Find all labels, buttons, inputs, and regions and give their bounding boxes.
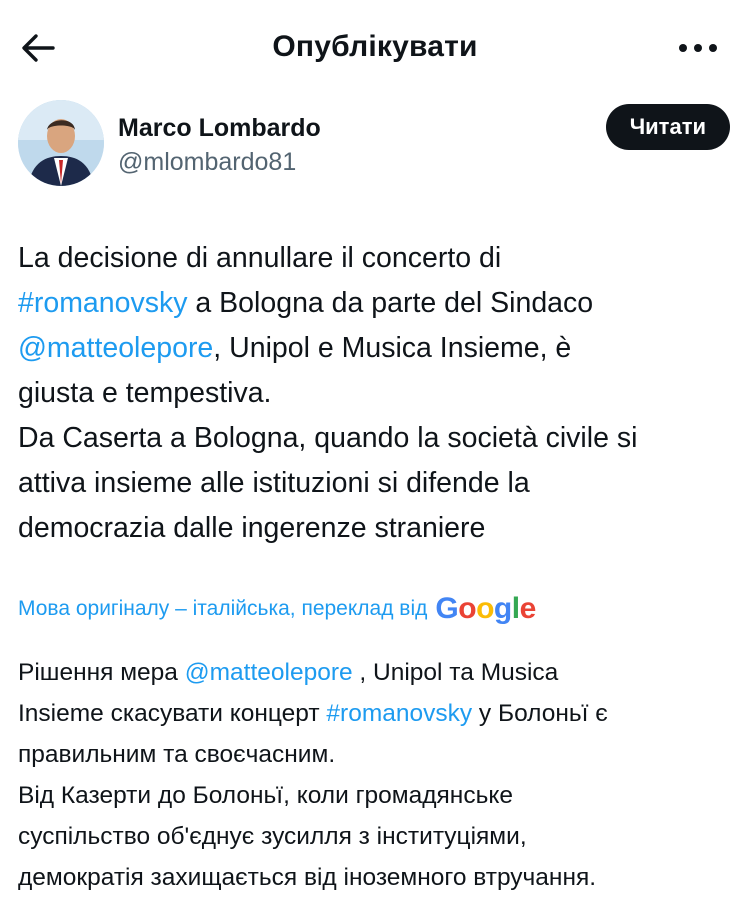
text-segment: La decisione di annullare il concerto di bbox=[18, 242, 502, 274]
follow-button[interactable]: Читати bbox=[605, 104, 730, 150]
text-segment: a Bologna da parte del Sindaco bbox=[195, 287, 594, 319]
google-logo-letter: l bbox=[511, 592, 520, 625]
text-segment: Рішення мера bbox=[18, 659, 185, 686]
page-title: Опублікувати bbox=[272, 30, 478, 63]
text-segment: у Болоньї є правильним та своєчасним. Ві… bbox=[18, 700, 608, 891]
post-text: La decisione di annullare il concerto di… bbox=[18, 236, 732, 551]
more-options-button[interactable] bbox=[674, 30, 722, 66]
google-logo-letter: o bbox=[458, 592, 477, 625]
hashtag-link[interactable]: #romanovsky bbox=[326, 700, 472, 727]
google-logo-letter: g bbox=[493, 592, 512, 625]
mention-link[interactable]: @matteolepore bbox=[185, 659, 353, 686]
google-logo-letter: G bbox=[435, 592, 459, 625]
google-logo-letter: e bbox=[519, 592, 537, 625]
author-name[interactable]: Marco Lombardo bbox=[118, 114, 321, 143]
top-bar: Опублікувати bbox=[0, 0, 750, 96]
avatar-image bbox=[18, 100, 104, 186]
google-logo-letter: o bbox=[476, 592, 494, 625]
translated-text: Рішення мера @matteolepore , Unipol та M… bbox=[18, 652, 732, 898]
author-row: Marco Lombardo @mlombardo81 Читати bbox=[18, 100, 732, 190]
avatar[interactable] bbox=[18, 100, 104, 186]
translation-note: Мова оригіналу – італійська, переклад ві… bbox=[18, 592, 536, 626]
google-logo: Google bbox=[435, 592, 537, 626]
translation-note-text: Мова оригіналу – італійська, переклад ві… bbox=[18, 597, 428, 620]
more-horizontal-icon bbox=[679, 44, 717, 52]
mention-link[interactable]: @matteolepore bbox=[18, 332, 213, 364]
author-handle[interactable]: @mlombardo81 bbox=[118, 148, 296, 177]
hashtag-link[interactable]: #romanovsky bbox=[18, 287, 187, 319]
